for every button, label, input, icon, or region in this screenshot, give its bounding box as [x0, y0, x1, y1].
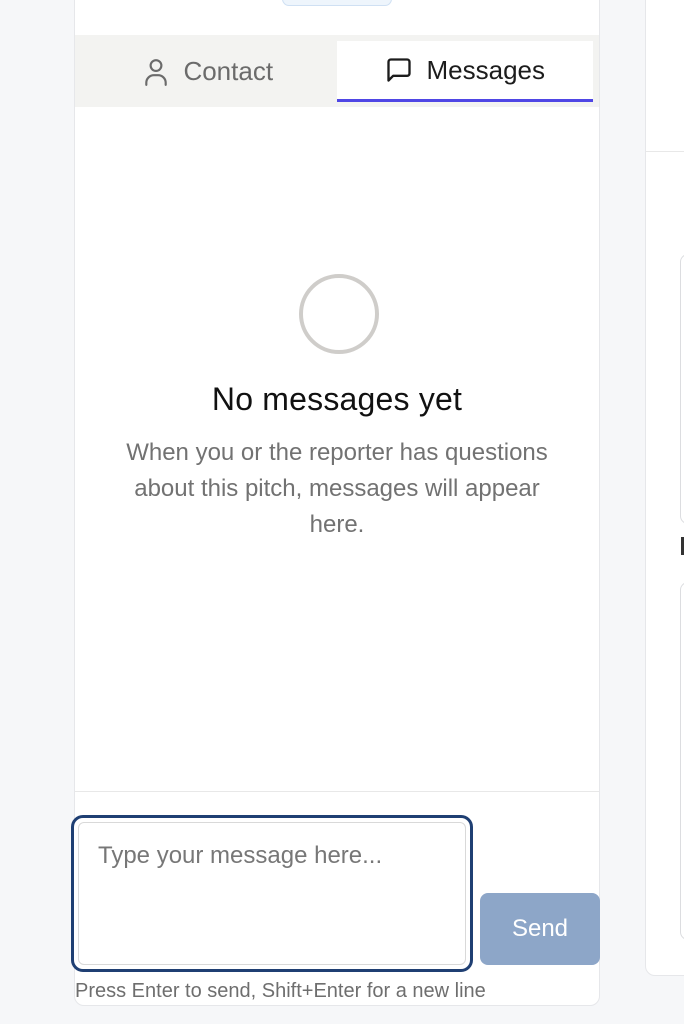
top-pill-badge	[282, 0, 392, 6]
user-icon	[143, 58, 169, 86]
message-square-icon	[385, 56, 413, 84]
tab-bar: Contact Messages	[75, 35, 599, 107]
empty-state-description: When you or the reporter has questions a…	[126, 439, 548, 538]
empty-state: No messages yet When you or the reporter…	[75, 107, 599, 791]
tab-messages-label: Messages	[426, 54, 546, 85]
tab-messages[interactable]: Messages	[336, 41, 593, 102]
composer-hint: Press Enter to send, Shift+Enter for a n…	[75, 980, 486, 1002]
side-card	[680, 254, 684, 524]
side-panel-divider	[646, 151, 684, 152]
tab-contact[interactable]: Contact	[80, 41, 337, 102]
app-stage: Contact Messages No messages yet When yo…	[0, 0, 684, 1024]
side-panel	[645, 0, 684, 976]
message-input-wrapper	[71, 815, 473, 972]
empty-state-title: No messages yet	[211, 381, 463, 417]
side-card	[680, 582, 684, 940]
loading-spinner-icon	[299, 274, 379, 354]
tab-contact-label: Contact	[183, 56, 274, 86]
message-input[interactable]	[78, 822, 468, 967]
send-button[interactable]: Send	[480, 893, 600, 965]
composer-divider	[75, 791, 599, 792]
